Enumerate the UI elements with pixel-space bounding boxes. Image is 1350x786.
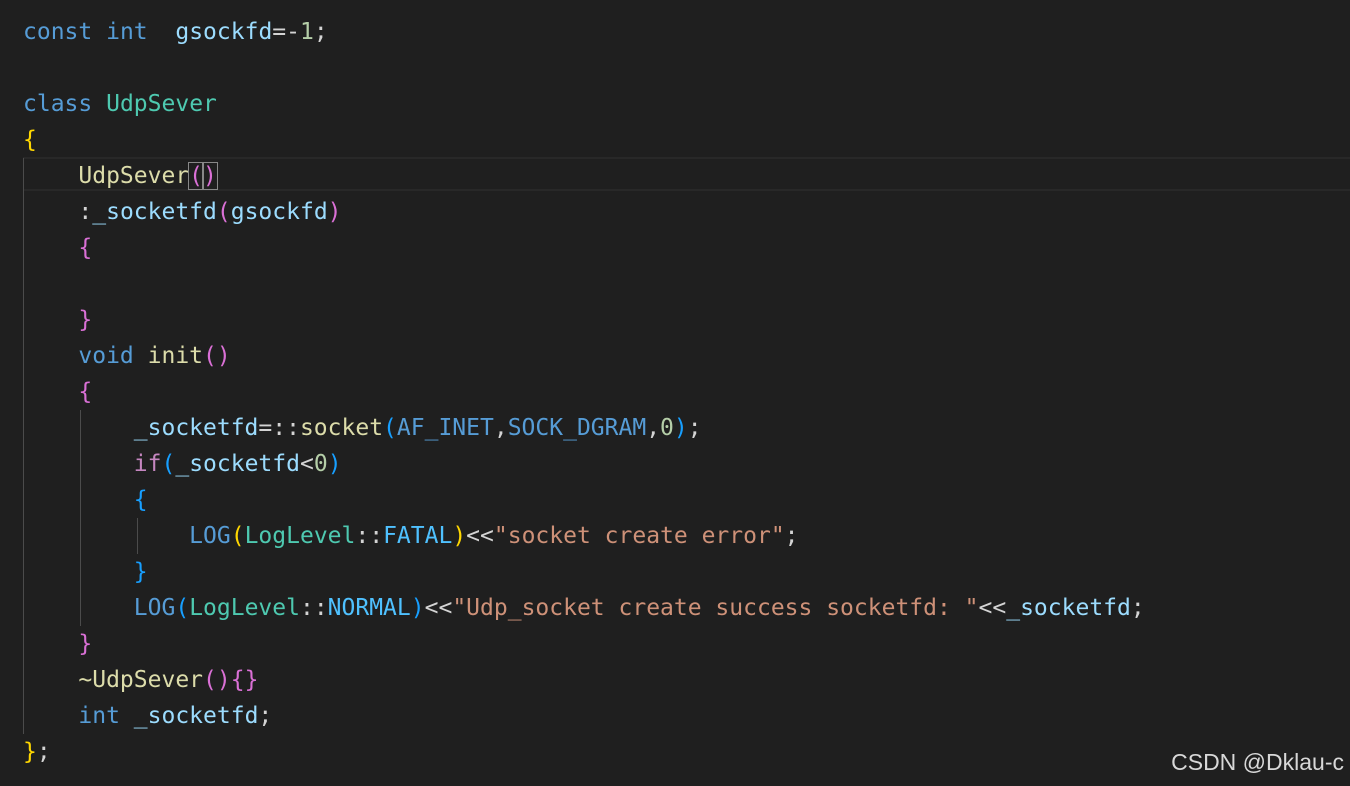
code-token: =- bbox=[272, 19, 300, 45]
code-line[interactable]: const int gsockfd=-1; bbox=[23, 14, 328, 50]
code-token: UdpSever bbox=[106, 91, 217, 117]
code-token: () bbox=[203, 667, 231, 693]
code-token: { bbox=[23, 127, 37, 153]
code-line[interactable]: _socketfd=::socket(AF_INET,SOCK_DGRAM,0)… bbox=[23, 410, 702, 446]
code-token: _socketfd bbox=[133, 703, 259, 729]
code-token: :: bbox=[355, 523, 384, 549]
code-token: ; bbox=[784, 523, 799, 549]
code-line[interactable]: } bbox=[23, 302, 92, 338]
code-token: {} bbox=[230, 667, 259, 693]
code-token: << bbox=[424, 595, 453, 621]
code-token: int bbox=[78, 703, 120, 729]
code-token: ) bbox=[327, 451, 342, 477]
code-token: 0 bbox=[313, 451, 328, 477]
code-token: NORMAL bbox=[327, 595, 411, 621]
code-line[interactable]: LOG(LogLevel::NORMAL)<<"Udp_socket creat… bbox=[23, 590, 1145, 626]
code-token: LogLevel bbox=[244, 523, 356, 549]
code-token: ; bbox=[1130, 595, 1145, 621]
code-token: ( bbox=[175, 595, 190, 621]
code-token: : bbox=[78, 199, 93, 225]
code-token: ( bbox=[383, 415, 397, 441]
code-token: "Udp_socket create success socketfd: " bbox=[452, 595, 979, 621]
code-token: _socketfd bbox=[175, 451, 300, 477]
code-token: int bbox=[106, 19, 148, 45]
code-token: ~UdpSever bbox=[78, 667, 204, 693]
code-token: { bbox=[78, 235, 93, 261]
watermark: CSDN @Dklau-c bbox=[1171, 749, 1344, 775]
code-token: class bbox=[23, 91, 93, 117]
code-token: () bbox=[203, 343, 231, 369]
code-token: { bbox=[78, 379, 93, 405]
code-token: ) bbox=[202, 162, 218, 190]
code-token: ; bbox=[313, 19, 328, 45]
code-token: init bbox=[147, 343, 204, 369]
code-token: _socketfd bbox=[133, 415, 259, 441]
code-token: ) bbox=[452, 523, 467, 549]
code-token: _socketfd bbox=[1006, 595, 1131, 621]
code-token: { bbox=[133, 487, 148, 513]
code-token: const bbox=[23, 19, 93, 45]
code-token: ( bbox=[216, 199, 231, 225]
code-line[interactable]: void init() bbox=[23, 338, 231, 374]
code-token: LogLevel bbox=[189, 595, 300, 621]
code-token: , bbox=[493, 415, 508, 441]
code-token: } bbox=[78, 307, 93, 333]
code-token: } bbox=[133, 559, 148, 585]
code-token: ) bbox=[673, 415, 688, 441]
code-token: _socketfd bbox=[92, 199, 217, 225]
code-token: } bbox=[78, 631, 93, 657]
code-token: ( bbox=[230, 523, 245, 549]
code-line[interactable]: if(_socketfd<0) bbox=[23, 446, 342, 482]
code-token: < bbox=[299, 451, 314, 477]
code-line[interactable] bbox=[23, 266, 78, 302]
code-token: ) bbox=[327, 199, 342, 225]
code-token: ) bbox=[410, 595, 425, 621]
code-token: ; bbox=[36, 739, 51, 765]
code-token: << bbox=[978, 595, 1007, 621]
code-token: LOG bbox=[189, 523, 231, 549]
code-line[interactable]: } bbox=[23, 626, 92, 662]
code-token: AF_INET bbox=[396, 415, 494, 441]
code-token: , bbox=[646, 415, 661, 441]
code-line[interactable]: LOG(LogLevel::FATAL)<<"socket create err… bbox=[23, 518, 799, 554]
code-token: "socket create error" bbox=[493, 523, 785, 549]
code-token: =:: bbox=[258, 415, 300, 441]
code-token: UdpSever bbox=[78, 163, 190, 189]
code-line[interactable]: { bbox=[23, 230, 92, 266]
code-token: socket bbox=[299, 415, 384, 441]
code-line[interactable]: { bbox=[23, 482, 148, 518]
code-token: 1 bbox=[300, 19, 314, 45]
code-token: if bbox=[133, 451, 162, 477]
code-token: ( bbox=[188, 162, 205, 190]
code-line[interactable]: }; bbox=[23, 734, 51, 770]
code-token: ; bbox=[258, 703, 273, 729]
code-line[interactable]: class UdpSever bbox=[23, 86, 217, 122]
code-token: ( bbox=[161, 451, 176, 477]
code-editor[interactable]: const int gsockfd=-1; class UdpSever{ Udp… bbox=[0, 0, 1350, 786]
code-token: gsockfd bbox=[175, 19, 273, 45]
code-token: :: bbox=[299, 595, 328, 621]
code-token: 0 bbox=[660, 415, 674, 441]
code-token: << bbox=[466, 523, 494, 549]
code-token: gsockfd bbox=[230, 199, 328, 225]
code-line[interactable]: UdpSever() bbox=[23, 158, 218, 194]
code-line[interactable]: { bbox=[23, 122, 37, 158]
code-token: } bbox=[23, 739, 37, 765]
code-token: SOCK_DGRAM bbox=[507, 415, 647, 441]
current-line-highlight bbox=[23, 157, 1350, 191]
code-line[interactable]: :_socketfd(gsockfd) bbox=[23, 194, 342, 230]
code-line[interactable]: { bbox=[23, 374, 92, 410]
code-token: void bbox=[78, 343, 134, 369]
code-line[interactable]: } bbox=[23, 554, 148, 590]
code-token: LOG bbox=[133, 595, 176, 621]
code-line[interactable]: ~UdpSever(){} bbox=[23, 662, 258, 698]
code-token: FATAL bbox=[383, 523, 453, 549]
code-token: ; bbox=[687, 415, 702, 441]
code-line[interactable]: int _socketfd; bbox=[23, 698, 272, 734]
